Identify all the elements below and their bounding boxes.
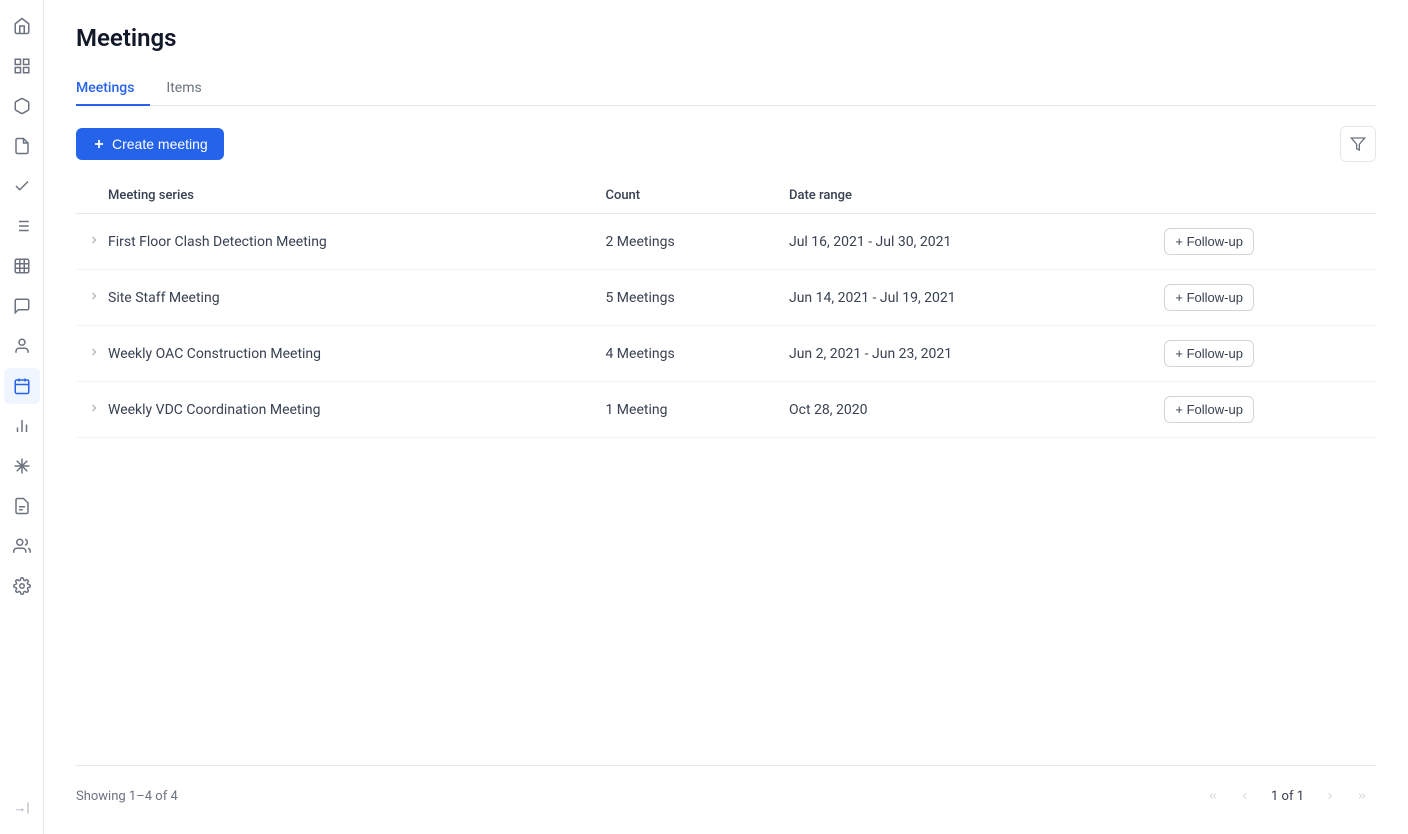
meeting-action-cell: + Follow-up bbox=[1152, 326, 1376, 382]
table-row: Weekly OAC Construction Meeting 4 Meetin… bbox=[76, 326, 1376, 382]
meeting-name-cell: First Floor Clash Detection Meeting bbox=[76, 214, 593, 270]
meeting-date-range: Jun 14, 2021 - Jul 19, 2021 bbox=[777, 270, 1152, 326]
row-expand-icon[interactable] bbox=[88, 290, 100, 305]
meeting-date-range: Jul 16, 2021 - Jul 30, 2021 bbox=[777, 214, 1152, 270]
table-row: Weekly VDC Coordination Meeting 1 Meetin… bbox=[76, 382, 1376, 438]
meetings-table-container: Meeting series Count Date range First Fl… bbox=[76, 178, 1376, 757]
collapse-icon[interactable]: →| bbox=[4, 790, 40, 826]
page-indicator: 1 of 1 bbox=[1263, 789, 1312, 804]
calendar-icon[interactable] bbox=[4, 368, 40, 404]
prev-page-button[interactable] bbox=[1231, 782, 1259, 810]
tab-meetings[interactable]: Meetings bbox=[76, 72, 150, 106]
follow-up-button[interactable]: + Follow-up bbox=[1164, 340, 1254, 367]
meetings-table: Meeting series Count Date range First Fl… bbox=[76, 178, 1376, 438]
person-icon[interactable] bbox=[4, 328, 40, 364]
meeting-count: 2 Meetings bbox=[593, 214, 777, 270]
filter-icon bbox=[1350, 136, 1366, 152]
showing-text: Showing 1–4 of 4 bbox=[76, 789, 178, 804]
sidebar: →| bbox=[0, 0, 44, 834]
snowflake-icon[interactable] bbox=[4, 448, 40, 484]
toolbar: Create meeting bbox=[76, 126, 1376, 162]
pagination-controls: 1 of 1 bbox=[1199, 782, 1376, 810]
meeting-count: 1 Meeting bbox=[593, 382, 777, 438]
chart-icon[interactable] bbox=[4, 248, 40, 284]
main-content: Meetings Meetings Items Create meeting M… bbox=[44, 0, 1408, 834]
meeting-count: 5 Meetings bbox=[593, 270, 777, 326]
analytics-icon[interactable] bbox=[4, 408, 40, 444]
col-header-count: Count bbox=[593, 178, 777, 214]
page-title: Meetings bbox=[76, 24, 1376, 52]
meeting-count: 4 Meetings bbox=[593, 326, 777, 382]
meeting-name-cell: Site Staff Meeting bbox=[76, 270, 593, 326]
reports-icon[interactable] bbox=[4, 488, 40, 524]
col-header-action bbox=[1152, 178, 1376, 214]
meeting-name-cell: Weekly VDC Coordination Meeting bbox=[76, 382, 593, 438]
meeting-name: Weekly VDC Coordination Meeting bbox=[108, 402, 321, 418]
meeting-action-cell: + Follow-up bbox=[1152, 382, 1376, 438]
meeting-name: Weekly OAC Construction Meeting bbox=[108, 346, 321, 362]
col-header-date-range: Date range bbox=[777, 178, 1152, 214]
filter-button[interactable] bbox=[1340, 126, 1376, 162]
meeting-date-range: Jun 2, 2021 - Jun 23, 2021 bbox=[777, 326, 1152, 382]
tab-items[interactable]: Items bbox=[150, 72, 217, 106]
row-expand-icon[interactable] bbox=[88, 346, 100, 361]
table-row: Site Staff Meeting 5 Meetings Jun 14, 20… bbox=[76, 270, 1376, 326]
meeting-name-cell: Weekly OAC Construction Meeting bbox=[76, 326, 593, 382]
tabs: Meetings Items bbox=[76, 72, 1376, 106]
follow-up-button[interactable]: + Follow-up bbox=[1164, 396, 1254, 423]
meeting-action-cell: + Follow-up bbox=[1152, 214, 1376, 270]
list-icon[interactable] bbox=[4, 208, 40, 244]
team-icon[interactable] bbox=[4, 528, 40, 564]
follow-up-button[interactable]: + Follow-up bbox=[1164, 228, 1254, 255]
row-expand-icon[interactable] bbox=[88, 402, 100, 417]
comment-icon[interactable] bbox=[4, 288, 40, 324]
row-expand-icon[interactable] bbox=[88, 234, 100, 249]
create-meeting-label: Create meeting bbox=[112, 136, 208, 152]
col-header-name: Meeting series bbox=[76, 178, 593, 214]
create-meeting-button[interactable]: Create meeting bbox=[76, 128, 224, 160]
box-icon[interactable] bbox=[4, 88, 40, 124]
last-page-button[interactable] bbox=[1348, 782, 1376, 810]
meeting-action-cell: + Follow-up bbox=[1152, 270, 1376, 326]
follow-up-button[interactable]: + Follow-up bbox=[1164, 284, 1254, 311]
plus-icon bbox=[92, 137, 106, 151]
meeting-name: First Floor Clash Detection Meeting bbox=[108, 234, 327, 250]
check-icon[interactable] bbox=[4, 168, 40, 204]
next-page-button[interactable] bbox=[1316, 782, 1344, 810]
first-page-button[interactable] bbox=[1199, 782, 1227, 810]
home-icon[interactable] bbox=[4, 8, 40, 44]
grid-icon[interactable] bbox=[4, 48, 40, 84]
document-icon[interactable] bbox=[4, 128, 40, 164]
meeting-name: Site Staff Meeting bbox=[108, 290, 220, 306]
settings-icon[interactable] bbox=[4, 568, 40, 604]
meeting-date-range: Oct 28, 2020 bbox=[777, 382, 1152, 438]
pagination-row: Showing 1–4 of 4 1 of 1 bbox=[76, 765, 1376, 810]
table-row: First Floor Clash Detection Meeting 2 Me… bbox=[76, 214, 1376, 270]
